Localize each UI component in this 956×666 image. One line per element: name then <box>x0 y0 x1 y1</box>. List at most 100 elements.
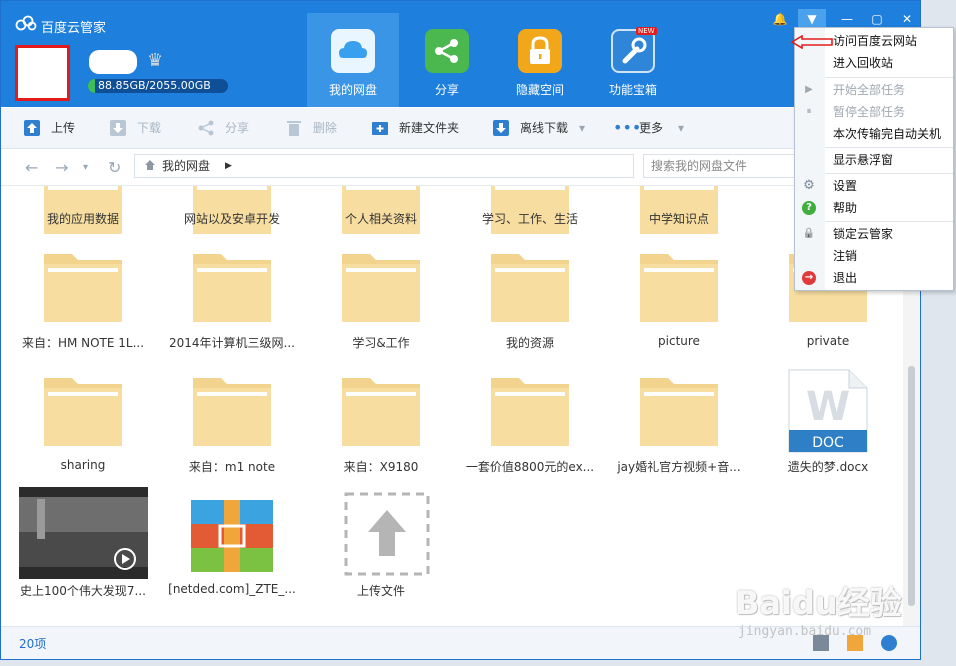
menu-item-exit[interactable]: → 退出 <box>795 267 953 289</box>
forward-arrow-icon[interactable]: → <box>55 158 68 177</box>
more-dropdown-icon[interactable]: ▾ <box>678 108 684 148</box>
menu-separator <box>825 77 953 78</box>
vip-crown-icon[interactable]: ♛ <box>147 50 163 71</box>
upload-arrow-icon <box>344 492 430 576</box>
file-name: [netded.com]_ZTE_... <box>168 582 296 596</box>
settings-menu: 访问百度云网站 进入回收站 ▶ 开始全部任务 ⏸ 暂停全部任务 本次传输完自动关机 … <box>794 27 954 291</box>
menu-item-pause-all[interactable]: ⏸ 暂停全部任务 <box>795 101 953 123</box>
file-name: 我的应用数据 <box>46 212 119 226</box>
menu-dropdown-icon[interactable]: ▼ <box>798 9 826 29</box>
menu-item-label: 开始全部任务 <box>833 83 906 97</box>
new-folder-label: 新建文件夹 <box>399 121 460 135</box>
download-icon <box>110 120 126 136</box>
transfer-icon[interactable] <box>881 635 897 651</box>
maximize-icon[interactable]: ▢ <box>863 9 891 29</box>
folder-icon <box>491 254 569 322</box>
file-name: 来自：HM NOTE 1L... <box>21 336 145 350</box>
file-name: 学习、工作、生活 <box>481 212 578 226</box>
scrollbar-thumb[interactable] <box>908 366 915 606</box>
download-label: 下载 <box>137 121 162 135</box>
trash-icon <box>287 121 301 136</box>
quota-text: 88.85GB/2055.00GB <box>98 79 211 92</box>
file-item[interactable]: 学习&工作 <box>311 248 451 358</box>
tab-share[interactable]: 分享 <box>401 13 493 107</box>
play-icon: ▶ <box>805 84 813 95</box>
menu-item-float-window[interactable]: 显示悬浮窗 <box>795 149 953 171</box>
avatar[interactable] <box>15 45 70 101</box>
bell-icon[interactable]: 🔔 <box>766 9 794 29</box>
address-bar: ← → ▾ ↻ 我的网盘 ▶ 搜索我的网盘文件 <box>1 149 920 186</box>
file-grid: 我的应用数据 网站以及安卓开发 个人相关资料 学习、工作、生活 中学知识点 来自… <box>1 186 903 626</box>
menu-item-logout[interactable]: 注销 <box>795 245 953 267</box>
menu-item-settings[interactable]: ⚙ 设置 <box>795 175 953 197</box>
file-item[interactable]: 我的资源 <box>460 248 600 358</box>
video-thumbnail <box>19 487 148 579</box>
file-item[interactable]: W DOC 遗失的梦.docx <box>758 369 898 482</box>
lock-small-icon: 🔒 <box>802 228 816 239</box>
file-item[interactable]: sharing <box>13 372 153 482</box>
menu-separator <box>825 173 953 174</box>
file-name: 个人相关资料 <box>344 212 417 226</box>
upload-label: 上传 <box>51 121 76 135</box>
breadcrumb-path: 我的网盘 <box>162 159 211 173</box>
menu-item-auto-shutdown[interactable]: 本次传输完自动关机 <box>795 123 953 145</box>
search-input[interactable]: 搜索我的网盘文件 <box>643 154 803 178</box>
tab-my-disk[interactable]: 我的网盘 <box>307 13 399 107</box>
close-icon[interactable]: ✕ <box>893 9 920 29</box>
menu-item-help[interactable]: ? 帮助 <box>795 197 953 219</box>
file-item[interactable]: jay婚礼官方视频+音... <box>609 372 749 482</box>
menu-item-recycle-bin[interactable]: 进入回收站 <box>795 52 953 74</box>
file-item[interactable]: 中学知识点 <box>609 186 749 234</box>
history-dropdown-icon[interactable]: ▾ <box>83 162 88 173</box>
file-item[interactable]: 2014年计算机三级网... <box>162 248 302 358</box>
tab-toolbox[interactable]: NEW 功能宝箱 <box>587 13 679 107</box>
upload-file-tile[interactable]: 上传文件 <box>311 486 451 598</box>
share-icon <box>425 29 469 73</box>
file-item[interactable]: picture <box>609 248 749 358</box>
minimize-icon[interactable]: — <box>833 9 861 29</box>
offline-dropdown-icon[interactable]: ▾ <box>579 108 585 148</box>
file-item[interactable]: 我的应用数据 <box>13 186 153 234</box>
back-arrow-icon[interactable]: ← <box>25 158 38 177</box>
file-item[interactable]: 个人相关资料 <box>311 186 451 234</box>
folder-icon <box>44 378 122 446</box>
file-name: jay婚礼官方视频+音... <box>617 460 741 474</box>
file-item[interactable]: 来自：X9180 <box>311 372 451 482</box>
tab-my-disk-label: 我的网盘 <box>328 83 377 97</box>
menu-item-label: 访问百度云网站 <box>833 34 918 48</box>
folder-icon <box>193 254 271 322</box>
file-item[interactable]: 史上100个伟大发现7... <box>13 486 153 598</box>
tab-share-label: 分享 <box>434 83 459 97</box>
menu-item-lock[interactable]: 🔒 锁定云管家 <box>795 223 953 245</box>
file-name: sharing <box>60 458 106 472</box>
quota-bar: 88.85GB/2055.00GB <box>88 79 228 93</box>
breadcrumb-chevron-icon[interactable]: ▶ <box>225 155 232 177</box>
file-name: private <box>806 334 850 348</box>
file-item[interactable]: 来自：HM NOTE 1L... <box>13 248 153 358</box>
file-item[interactable]: 一套价值8800元的ex... <box>460 372 600 482</box>
help-icon: ? <box>802 201 816 215</box>
file-name: picture <box>658 334 700 348</box>
lock-icon <box>518 29 562 73</box>
file-name: 学习&工作 <box>352 336 410 350</box>
breadcrumb[interactable]: 我的网盘 ▶ <box>134 154 634 178</box>
file-name: 来自：m1 note <box>188 460 276 474</box>
file-name: 中学知识点 <box>648 212 709 226</box>
folder-icon <box>44 254 122 322</box>
toolbar: 上传 下载 分享 删除 新建文件夹 离线下载 ▾ ••• 更多 ▾ <box>1 108 920 149</box>
file-item[interactable]: 来自：m1 note <box>162 372 302 482</box>
tab-hidden-space[interactable]: 隐藏空间 <box>494 13 586 107</box>
share-small-icon <box>198 120 214 136</box>
menu-separator <box>825 221 953 222</box>
refresh-icon[interactable]: ↻ <box>108 158 121 177</box>
file-name: 遗失的梦.docx <box>787 460 869 474</box>
pause-icon: ⏸ <box>806 106 812 117</box>
file-item[interactable]: 学习、工作、生活 <box>460 186 600 234</box>
new-folder-icon <box>372 122 388 135</box>
menu-separator <box>825 147 953 148</box>
menu-item-start-all[interactable]: ▶ 开始全部任务 <box>795 79 953 101</box>
file-item[interactable]: [netded.com]_ZTE_... <box>162 486 302 596</box>
item-count: 20项 <box>19 637 47 651</box>
file-item[interactable]: 网站以及安卓开发 <box>162 186 302 234</box>
username-redacted <box>89 50 137 74</box>
